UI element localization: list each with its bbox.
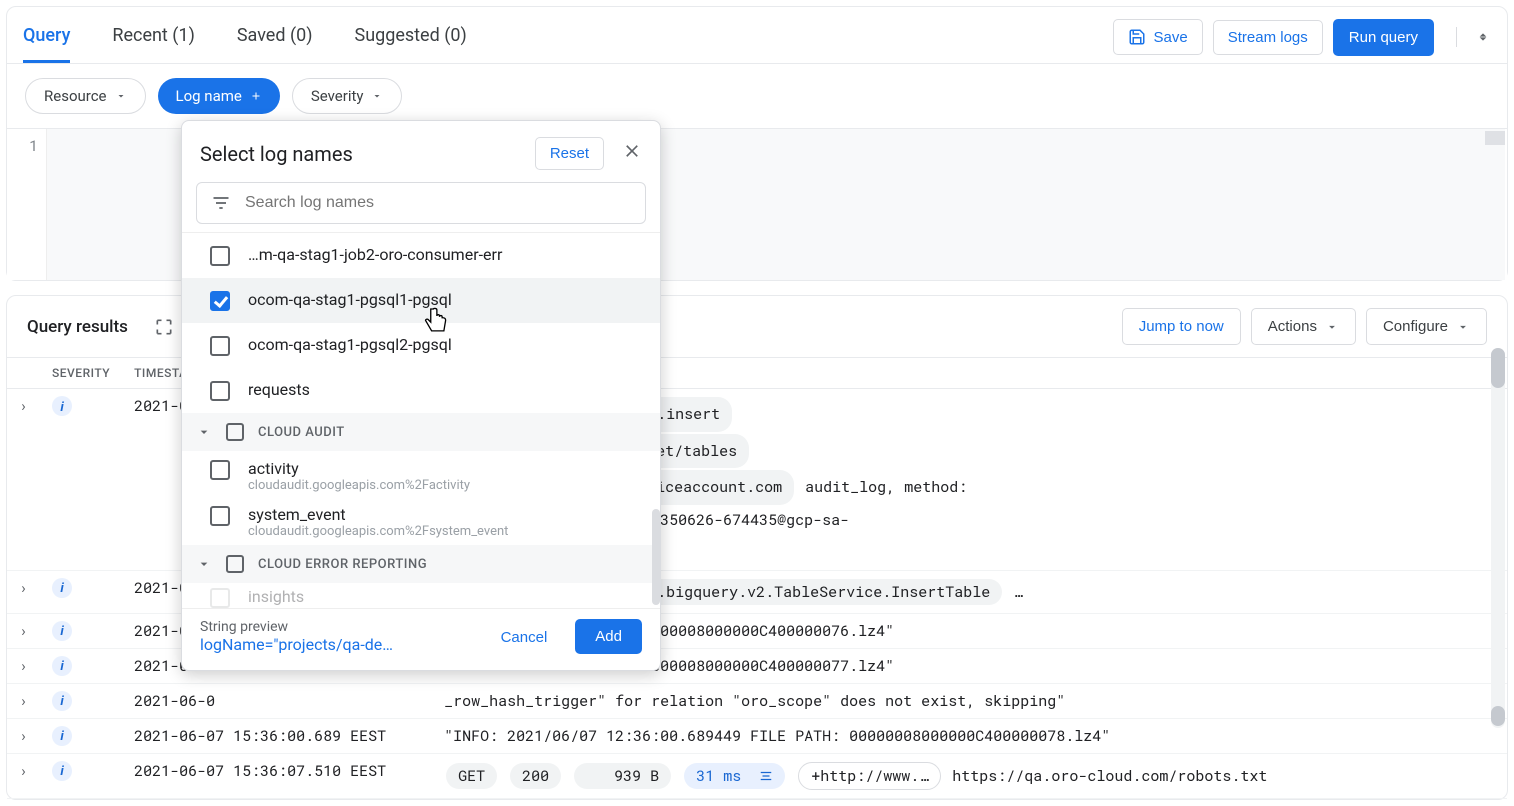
severity-info-icon: i — [52, 578, 72, 598]
query-tabs: Query Recent (1) Saved (0) Suggested (0) — [23, 11, 1113, 63]
list-item[interactable]: insights — [182, 583, 660, 608]
cancel-button[interactable]: Cancel — [489, 621, 560, 654]
log-name-list: …m-qa-stag1-job2-oro-consumer-err ocom-q… — [182, 232, 660, 608]
search-input[interactable] — [243, 193, 631, 213]
checkbox[interactable] — [226, 555, 244, 573]
table-row[interactable]: › i 2021-06-0 _row_hash_trigger" for rel… — [7, 683, 1507, 718]
save-button[interactable]: Save — [1113, 19, 1203, 55]
top-bar: Query Recent (1) Saved (0) Suggested (0)… — [7, 7, 1507, 64]
minimap[interactable] — [1485, 131, 1505, 145]
checkbox[interactable] — [210, 506, 230, 526]
latency-icon — [759, 769, 773, 783]
http-size: 939 B — [574, 763, 671, 789]
list-item[interactable]: ocom-qa-stag1-pgsql1-pgsql — [182, 278, 660, 323]
expand-row-icon[interactable]: › — [19, 621, 28, 641]
actions-button[interactable]: Actions — [1251, 308, 1356, 345]
filter-icon — [211, 193, 231, 213]
popover-title: Select log names — [200, 142, 525, 166]
checkbox[interactable] — [226, 423, 244, 441]
save-icon — [1128, 28, 1146, 46]
group-cloud-audit[interactable]: CLOUD AUDIT — [182, 413, 660, 451]
chevron-down-icon — [196, 556, 212, 572]
http-status: 200 — [510, 763, 561, 789]
expand-row-icon[interactable]: › — [19, 691, 28, 711]
list-item[interactable]: system_event cloudaudit.googleapis.com%2… — [182, 499, 660, 545]
close-icon[interactable] — [622, 141, 642, 166]
tab-query[interactable]: Query — [23, 11, 70, 63]
tab-recent[interactable]: Recent (1) — [112, 11, 194, 63]
checkbox[interactable] — [210, 381, 230, 401]
chevron-down-icon — [1456, 320, 1470, 334]
table-row[interactable]: › i 2021-06-07 15:36:00.689 EEST "INFO: … — [7, 718, 1507, 753]
expand-row-icon[interactable]: › — [19, 656, 28, 676]
severity-info-icon: i — [52, 656, 72, 676]
tab-saved[interactable]: Saved (0) — [237, 11, 313, 63]
log-name-popover: Select log names Reset …m-qa-stag1-job2-… — [181, 120, 661, 671]
expand-row-icon[interactable]: › — [19, 396, 28, 416]
checkbox[interactable] — [210, 588, 230, 608]
checkbox[interactable] — [210, 246, 230, 266]
string-preview-label: String preview — [200, 619, 473, 635]
collapse-toggle-icon[interactable] — [1456, 27, 1491, 47]
expand-row-icon[interactable]: › — [19, 726, 28, 746]
chevron-down-icon — [371, 90, 383, 102]
list-item[interactable]: activity cloudaudit.googleapis.com%2Fact… — [182, 451, 660, 499]
reset-button[interactable]: Reset — [535, 137, 604, 170]
severity-info-icon: i — [52, 761, 72, 781]
tab-suggested[interactable]: Suggested (0) — [355, 11, 467, 63]
results-title: Query results — [27, 317, 128, 337]
expand-row-icon[interactable]: › — [19, 578, 28, 598]
http-url-chip[interactable]: +http://www.… — [798, 762, 941, 790]
configure-button[interactable]: Configure — [1366, 308, 1487, 345]
table-row[interactable]: › i 2021-06-07 15:36:07.510 EEST GET 200… — [7, 753, 1507, 798]
line-number: 1 — [7, 129, 47, 280]
severity-filter[interactable]: Severity — [292, 78, 403, 114]
stream-logs-button[interactable]: Stream logs — [1213, 20, 1323, 55]
http-time: 31 ms — [684, 763, 785, 789]
filter-row: Resource Log name Severity Select log na… — [7, 64, 1507, 128]
list-item[interactable]: requests — [182, 368, 660, 413]
log-name-filter[interactable]: Log name — [158, 78, 280, 114]
list-item[interactable]: …m-qa-stag1-job2-oro-consumer-err — [182, 233, 660, 278]
http-method: GET — [446, 763, 497, 789]
resource-filter[interactable]: Resource — [25, 78, 146, 114]
search-log-names[interactable] — [196, 182, 646, 224]
checkbox[interactable] — [210, 291, 230, 311]
severity-info-icon: i — [52, 691, 72, 711]
severity-info-icon: i — [52, 396, 72, 416]
plus-icon — [250, 90, 262, 102]
add-button[interactable]: Add — [575, 619, 642, 654]
severity-info-icon: i — [52, 621, 72, 641]
col-severity: Severity — [40, 358, 122, 389]
run-query-button[interactable]: Run query — [1333, 19, 1434, 56]
checkbox[interactable] — [210, 460, 230, 480]
chevron-down-icon — [115, 90, 127, 102]
checkbox[interactable] — [210, 336, 230, 356]
string-preview-value: logName="projects/qa-de… — [200, 635, 460, 654]
list-item[interactable]: ocom-qa-stag1-pgsql2-pgsql — [182, 323, 660, 368]
results-scrollbar[interactable] — [1491, 348, 1505, 728]
chevron-down-icon — [1325, 320, 1339, 334]
expand-icon[interactable] — [154, 317, 174, 337]
group-cloud-error-reporting[interactable]: CLOUD ERROR REPORTING — [182, 545, 660, 583]
chevron-down-icon — [196, 424, 212, 440]
jump-to-now-button[interactable]: Jump to now — [1122, 308, 1241, 345]
scrollbar[interactable] — [652, 509, 660, 605]
expand-row-icon[interactable]: › — [19, 761, 28, 781]
severity-info-icon: i — [52, 726, 72, 746]
